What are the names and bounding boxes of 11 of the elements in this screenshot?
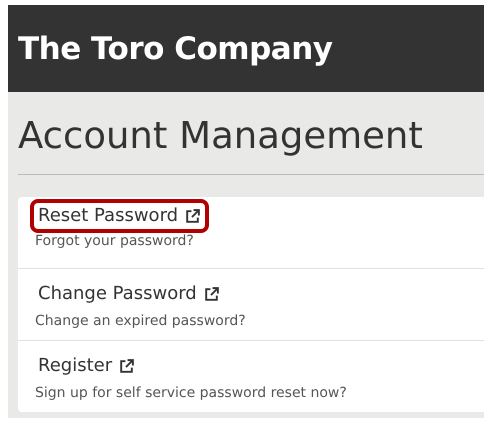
option-description: Sign up for self service password reset now? xyxy=(35,385,347,401)
company-name: The Toro Company xyxy=(18,30,332,66)
external-link-icon xyxy=(118,358,136,374)
option-link[interactable]: Register xyxy=(30,349,144,383)
option-link[interactable]: Change Password xyxy=(30,277,228,311)
option-link[interactable]: Reset Password xyxy=(30,199,210,233)
external-link-icon xyxy=(184,208,202,224)
external-link-icon xyxy=(202,286,220,302)
page-title: Account Management xyxy=(18,113,424,159)
option-description: Change an expired password? xyxy=(35,313,246,329)
option-description: Forgot your password? xyxy=(35,233,194,249)
